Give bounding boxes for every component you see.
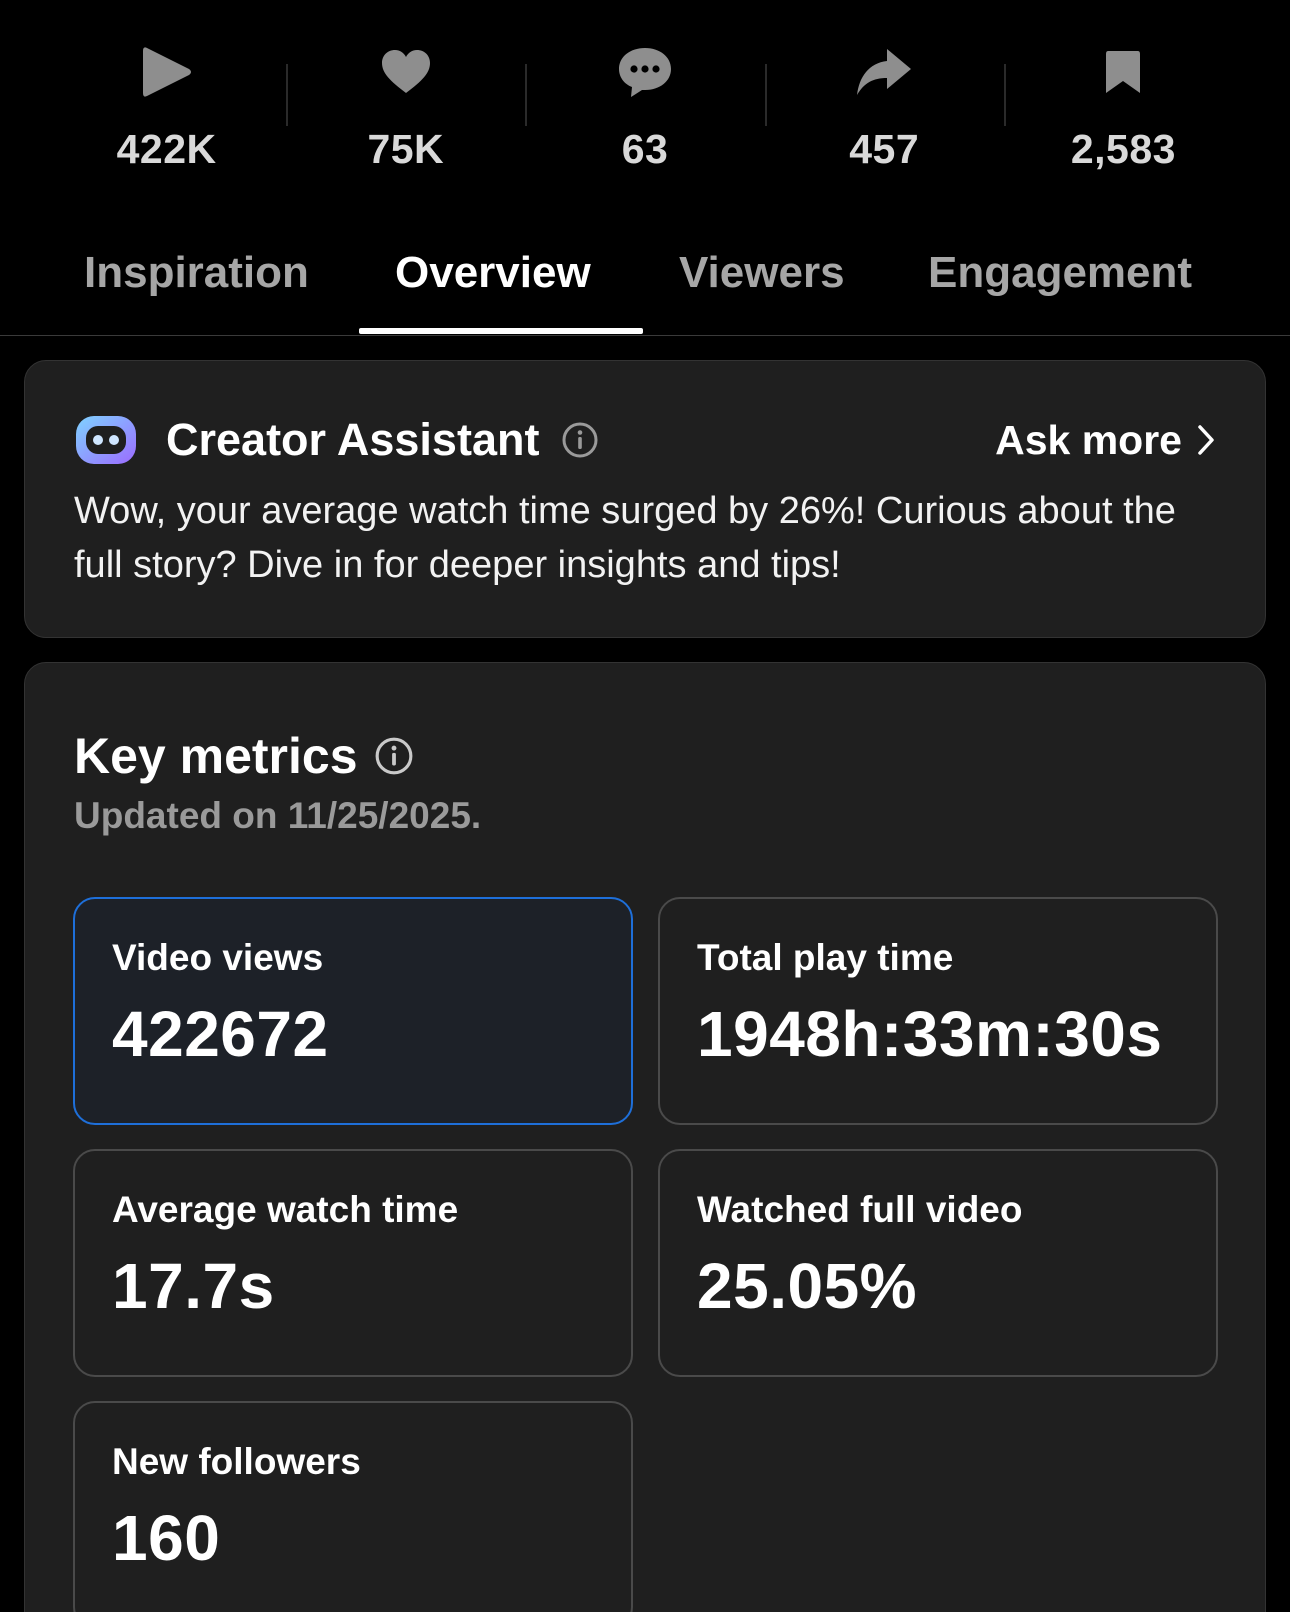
metric-new-followers[interactable]: New followers 160 [73, 1401, 633, 1612]
metric-value: 25.05% [697, 1250, 918, 1322]
stat-comments: 63 [525, 0, 764, 205]
creator-assistant-message: Wow, your average watch time surged by 2… [74, 490, 1176, 586]
tab-inspiration[interactable]: Inspiration [84, 248, 309, 298]
updated-date: Updated on 11/25/2025. [74, 795, 482, 836]
metric-label: Total play time [697, 937, 954, 978]
info-icon[interactable] [561, 421, 599, 459]
tab-viewers[interactable]: Viewers [679, 248, 845, 298]
active-tab-indicator [359, 328, 643, 334]
metric-label: New followers [112, 1441, 361, 1482]
creator-assistant-header: Creator Assistant Ask more [74, 405, 1216, 475]
metric-average-watch-time[interactable]: Average watch time 17.7s [73, 1149, 633, 1377]
creator-assistant-icon [76, 416, 136, 464]
key-metrics-heading: Key metrics [74, 727, 414, 785]
stat-value: 75K [367, 126, 445, 172]
bookmark-icon [1093, 42, 1153, 102]
stat-value: 2,583 [1070, 126, 1176, 172]
stat-views: 422K [47, 0, 286, 205]
metric-value: 422672 [112, 998, 329, 1070]
metric-label: Average watch time [112, 1189, 459, 1230]
tab-engagement[interactable]: Engagement [928, 248, 1192, 298]
stat-value: 422K [116, 126, 217, 172]
ask-more-button[interactable]: Ask more [995, 417, 1216, 464]
metric-label: Video views [112, 937, 324, 978]
key-metrics-title: Key metrics [74, 728, 358, 784]
chevron-right-icon [1198, 425, 1214, 455]
metric-total-play-time[interactable]: Total play time 1948h:33m:30s [658, 897, 1218, 1125]
metric-watched-full-video[interactable]: Watched full video 25.05% [658, 1149, 1218, 1377]
stat-likes: 75K [286, 0, 525, 205]
creator-assistant-card[interactable]: Creator Assistant Ask more Wow, your ave… [24, 360, 1266, 638]
share-icon [854, 42, 914, 102]
stat-saves: 2,583 [1003, 0, 1243, 205]
analytics-tabs: Inspiration Overview Viewers Engagement [0, 228, 1290, 336]
metric-value: 17.7s [112, 1250, 275, 1322]
comment-icon [615, 42, 675, 102]
stat-shares: 457 [764, 0, 1004, 205]
key-metrics-card: Key metrics Updated on 11/25/2025. Video… [24, 662, 1266, 1612]
video-analytics-page: 422K 75K 63 457 2,583 Inspiration Overvi… [0, 0, 1290, 1612]
metric-video-views[interactable]: Video views 422672 [73, 897, 633, 1125]
video-stats-row: 422K 75K 63 457 2,583 [0, 0, 1290, 205]
heart-icon [376, 42, 436, 102]
ask-more-label: Ask more [995, 416, 1182, 463]
metric-label: Watched full video [697, 1189, 1023, 1230]
metric-value: 1948h:33m:30s [697, 998, 1163, 1070]
creator-assistant-title: Creator Assistant [166, 414, 540, 465]
play-icon [137, 42, 197, 102]
stat-value: 63 [621, 126, 669, 172]
info-icon[interactable] [374, 736, 414, 776]
tab-overview[interactable]: Overview [395, 248, 591, 298]
stat-value: 457 [849, 126, 920, 172]
metric-value: 160 [112, 1502, 221, 1574]
